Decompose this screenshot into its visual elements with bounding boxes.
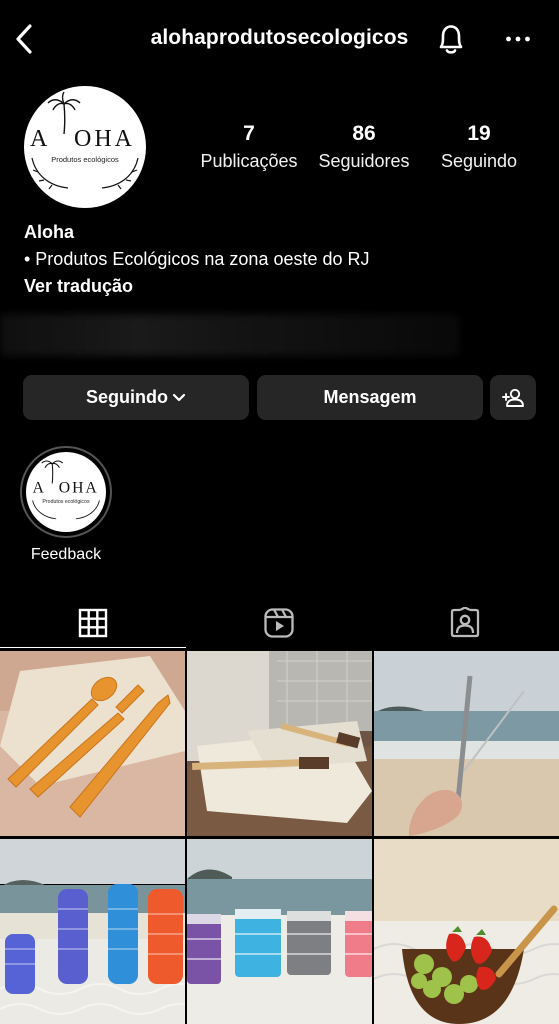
bamboo-cutlery-photo xyxy=(0,651,185,836)
post-thumbnail[interactable] xyxy=(187,839,372,1024)
top-bar: alohaprodutosecologicos xyxy=(0,0,559,78)
following-count: 19 xyxy=(467,122,491,145)
more-dots-icon xyxy=(506,36,530,42)
followers-count: 86 xyxy=(352,122,376,145)
following-button-label: Seguindo xyxy=(86,387,168,407)
highlight-label: Feedback xyxy=(30,546,102,563)
add-person-icon xyxy=(502,388,524,407)
following-stat[interactable]: 19 Seguindo xyxy=(419,122,539,172)
following-label: Seguindo xyxy=(440,151,518,171)
post-thumbnail[interactable] xyxy=(187,651,372,836)
logo-letter-a: A xyxy=(30,126,48,152)
aloha-logo: A OHA Produtos ecológicos xyxy=(30,91,139,190)
profile-name: Aloha xyxy=(24,222,75,242)
profile-bio: Aloha • Produtos Ecológicos na zona oest… xyxy=(24,222,534,297)
grid-icon xyxy=(78,608,108,637)
notifications-button[interactable] xyxy=(433,20,469,58)
coconut-bowl-photo xyxy=(374,839,559,1024)
message-button-label: Mensagem xyxy=(323,387,417,407)
tab-tagged[interactable] xyxy=(372,598,558,648)
bio-description: • Produtos Ecológicos na zona oeste do R… xyxy=(24,249,370,269)
more-options-button[interactable] xyxy=(500,24,536,54)
hl-logo-letters-oha: OHA xyxy=(59,480,99,497)
logo-subtitle: Produtos ecológicos xyxy=(51,155,119,164)
followers-label: Seguidores xyxy=(318,151,410,171)
posts-count: 7 xyxy=(243,122,255,145)
see-translation-link[interactable]: Ver tradução xyxy=(24,276,534,297)
blurred-bio-region xyxy=(0,314,460,356)
suggested-people-button[interactable] xyxy=(490,375,536,420)
highlight-cover: A OHA Produtos ecológicos xyxy=(26,452,106,532)
hl-logo-subtitle: Produtos ecológicos xyxy=(42,499,90,505)
reels-icon xyxy=(264,608,294,638)
tab-posts-grid[interactable] xyxy=(0,598,186,648)
following-button[interactable]: Seguindo xyxy=(23,375,249,420)
profile-username: alohaprodutosecologicos xyxy=(150,26,409,49)
tab-reels[interactable] xyxy=(186,598,372,648)
posts-label: Publicações xyxy=(200,151,298,171)
post-thumbnail[interactable] xyxy=(0,651,185,836)
message-button[interactable]: Mensagem xyxy=(257,375,483,420)
aloha-logo-small: A OHA Produtos ecológicos xyxy=(32,460,100,520)
highlight-ring: A OHA Produtos ecológicos xyxy=(20,446,112,538)
posts-stat[interactable]: 7 Publicações xyxy=(189,122,309,172)
steel-straw-photo xyxy=(374,651,559,836)
collapsible-bottles-photo xyxy=(0,839,185,1024)
bell-icon xyxy=(439,25,463,54)
story-highlight[interactable]: A OHA Produtos ecológicos Feedback xyxy=(20,446,112,564)
profile-tabs xyxy=(0,598,559,648)
posts-grid xyxy=(0,651,559,1024)
collapsible-cups-photo xyxy=(187,839,372,1024)
logo-letters-oha: OHA xyxy=(74,126,135,152)
post-thumbnail[interactable] xyxy=(374,839,559,1024)
followers-stat[interactable]: 86 Seguidores xyxy=(304,122,424,172)
post-thumbnail[interactable] xyxy=(0,839,185,1024)
hl-logo-letter-a: A xyxy=(33,480,45,497)
profile-avatar[interactable]: A OHA Produtos ecológicos xyxy=(24,86,146,208)
chevron-down-icon xyxy=(172,393,186,401)
post-thumbnail[interactable] xyxy=(374,651,559,836)
tagged-person-icon xyxy=(450,607,480,638)
toothbrush-photo xyxy=(187,651,372,836)
